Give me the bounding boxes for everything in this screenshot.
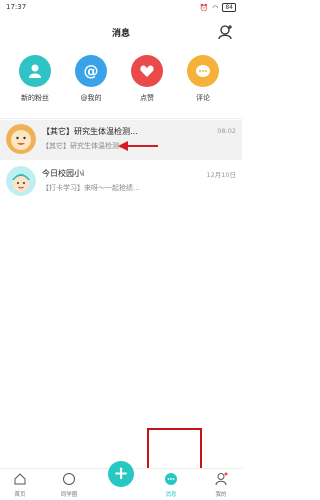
plus-icon[interactable]: + — [108, 461, 134, 487]
avatar — [6, 124, 36, 154]
message-preview: 【打卡学习】来呀～一起抢绩… — [42, 184, 140, 192]
tab-home-label: 首页 — [14, 492, 26, 498]
message-icon — [165, 473, 177, 485]
new-fans-label: 新的粉丝 — [21, 94, 49, 102]
new-fans-button[interactable]: 新的粉丝 — [7, 55, 63, 103]
bottom-tab-bar: 首页 同学圈 + 消息 我的 — [0, 461, 242, 500]
at-icon: @ — [75, 55, 107, 87]
avatar — [6, 166, 36, 196]
message-time: 12月10日 — [206, 171, 236, 179]
tab-messages-label: 消息 — [165, 492, 177, 498]
wifi-icon: ◠ — [212, 3, 219, 12]
comments-label: 评论 — [196, 94, 210, 102]
header: 消息 — [0, 14, 242, 48]
status-icons: ⏰ ◠ 84 — [200, 3, 236, 12]
circle-icon — [63, 473, 75, 485]
battery-level: 84 — [225, 4, 233, 11]
person-icon — [19, 55, 51, 87]
divider — [0, 118, 242, 119]
tab-home[interactable]: 首页 — [0, 472, 40, 498]
message-preview: 【其它】研究生体温检测… — [42, 142, 126, 150]
message-title: 今日校园小i — [42, 169, 85, 178]
likes-label: 点赞 — [140, 94, 154, 102]
profile-icon — [215, 472, 228, 486]
message-item[interactable]: 【其它】研究生体温检测… 08:02 【其它】研究生体温检测… — [0, 120, 242, 160]
tab-messages[interactable]: 消息 — [151, 472, 191, 498]
tab-classmates-label: 同学圈 — [60, 492, 78, 498]
home-icon — [14, 473, 26, 485]
comments-button[interactable]: 评论 — [175, 55, 231, 103]
quick-actions: 新的粉丝 @ @我的 点赞 评论 — [0, 55, 242, 117]
status-bar: 17:37 ⏰ ◠ 84 — [0, 0, 242, 14]
alarm-icon: ⏰ — [199, 3, 209, 12]
heart-icon — [131, 55, 163, 87]
annotation-arrow-icon — [118, 141, 158, 151]
page-title: 消息 — [111, 29, 130, 39]
message-time: 08:02 — [217, 127, 236, 135]
battery-icon: 84 — [222, 3, 236, 12]
mentions-button[interactable]: @ @我的 — [63, 55, 119, 103]
likes-button[interactable]: 点赞 — [119, 55, 175, 103]
mentions-label: @我的 — [80, 94, 102, 102]
comment-icon — [187, 55, 219, 87]
status-time: 17:37 — [6, 3, 27, 11]
message-title: 【其它】研究生体温检测… — [42, 127, 138, 136]
add-contact-icon[interactable] — [218, 24, 234, 40]
tab-classmates[interactable]: 同学圈 — [49, 472, 89, 498]
message-item[interactable]: 今日校园小i 12月10日 【打卡学习】来呀～一起抢绩… — [0, 162, 242, 202]
tab-profile[interactable]: 我的 — [201, 472, 241, 498]
tab-profile-label: 我的 — [215, 492, 227, 498]
